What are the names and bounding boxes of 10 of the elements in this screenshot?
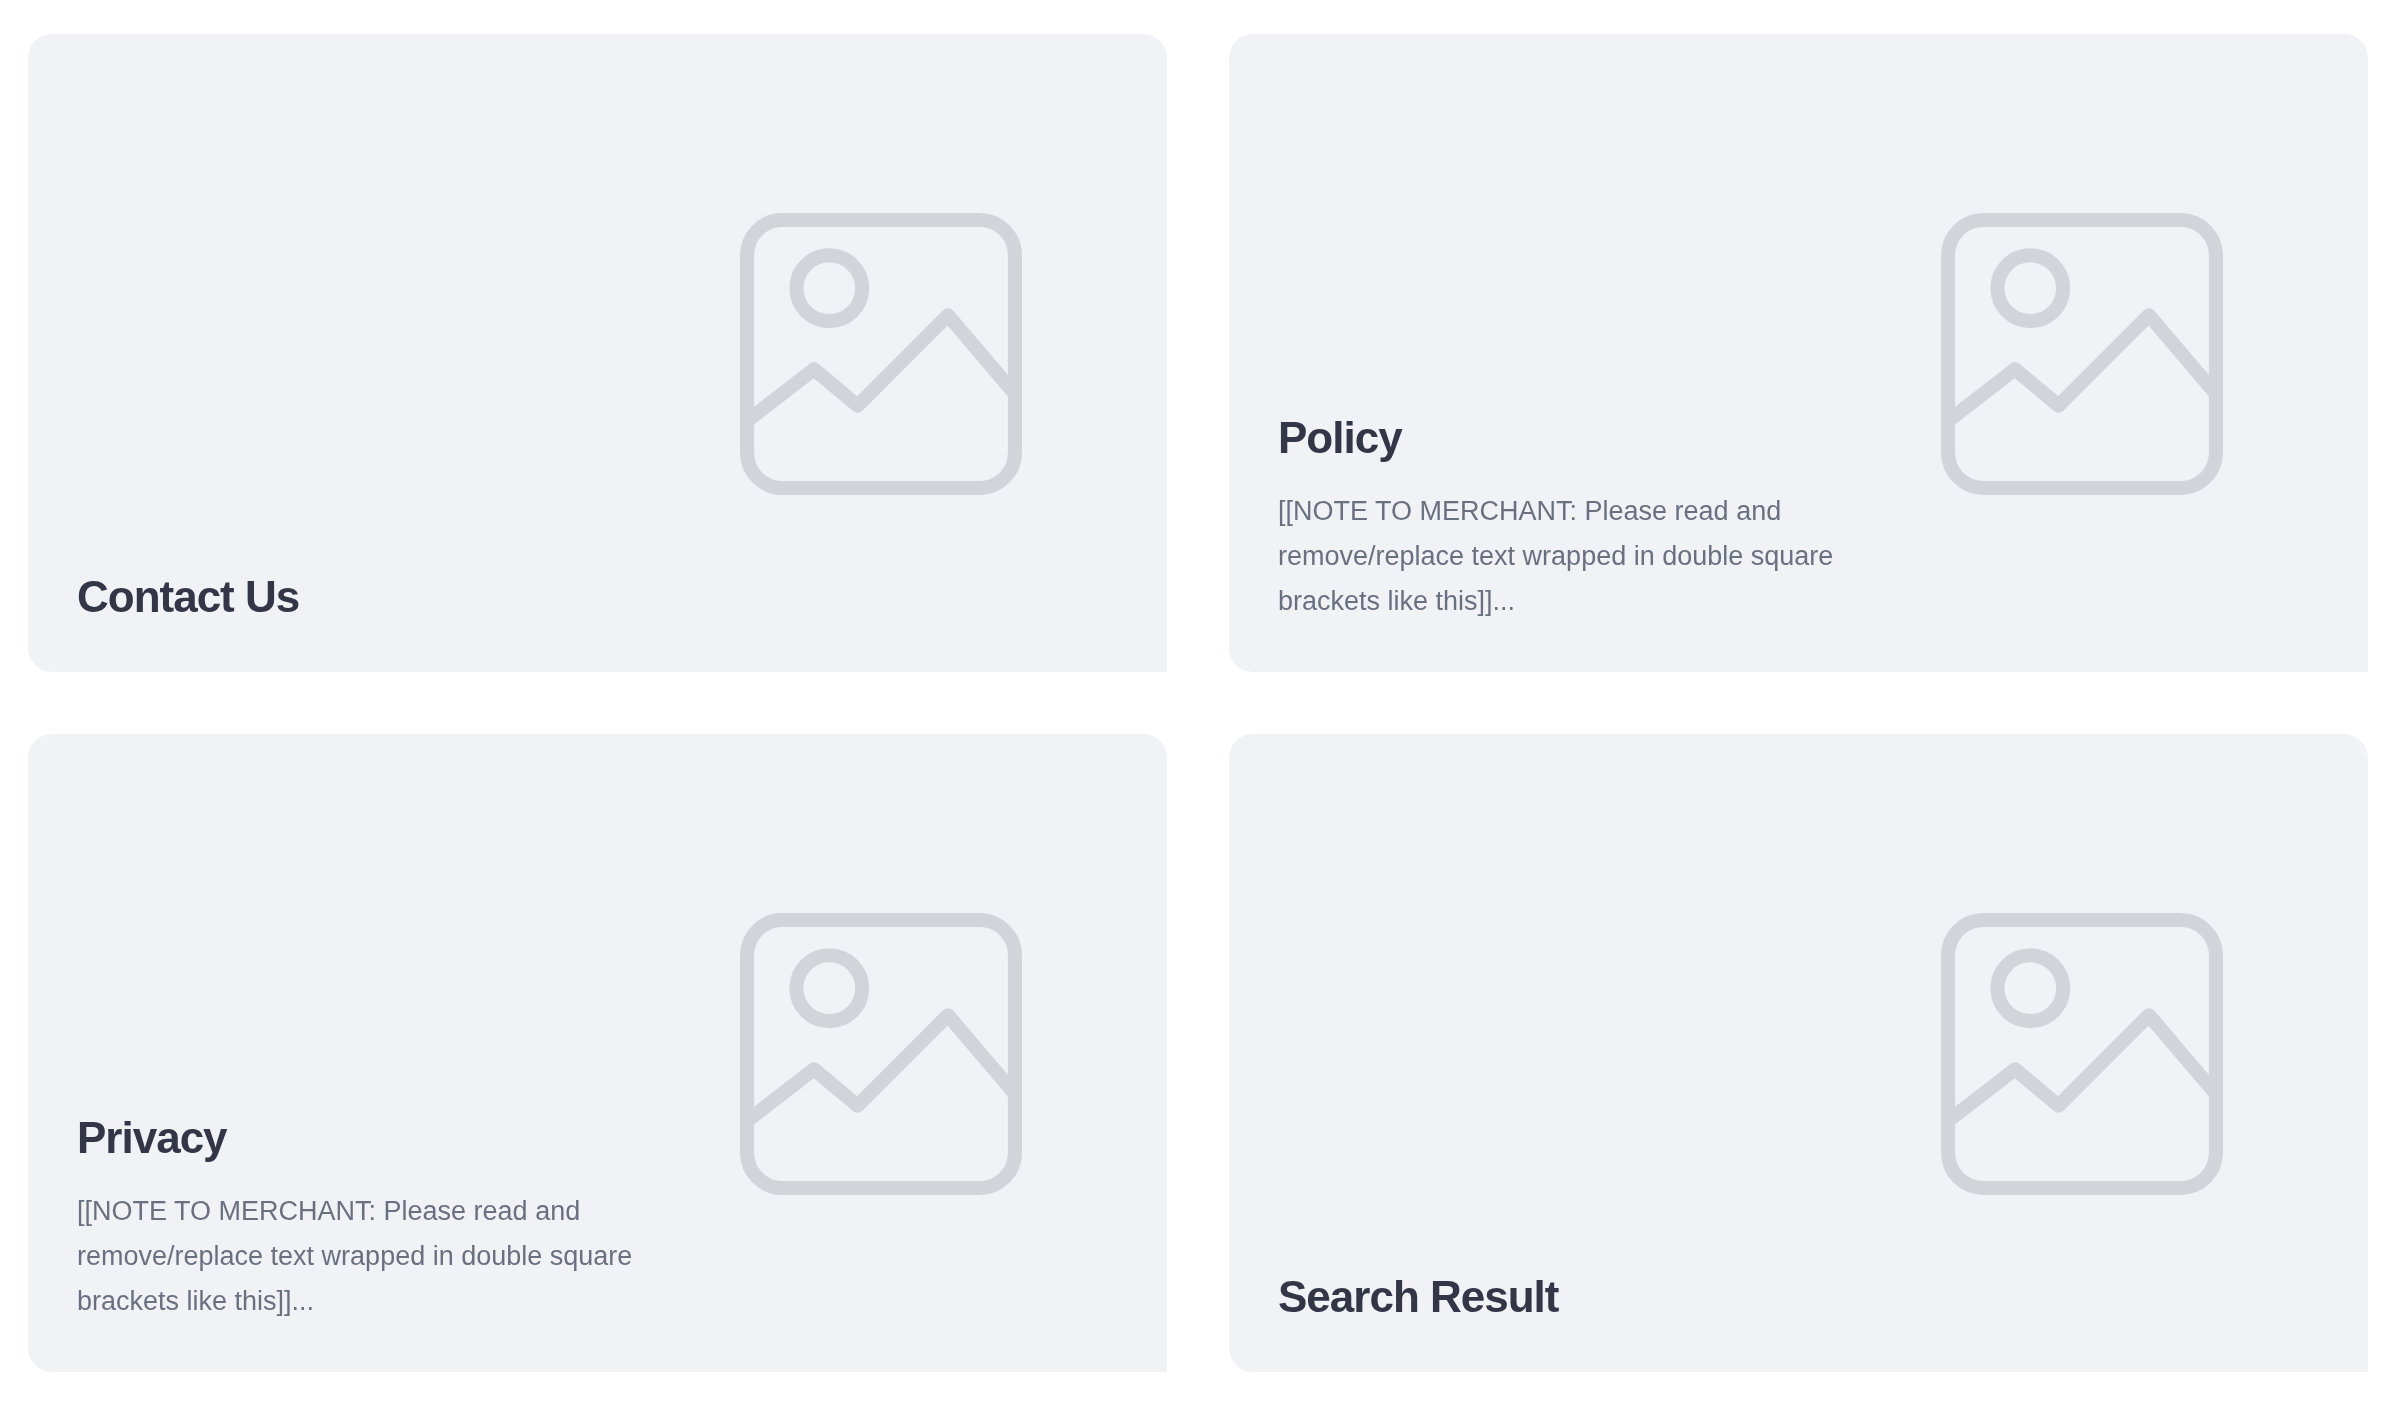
image-placeholder-icon [1941,213,2223,495]
image-placeholder-icon [1941,913,2223,1195]
card-title[interactable]: Contact Us [77,571,637,624]
card-description: [[NOTE TO MERCHANT: Please read and remove/replace text wrapped in double square brackets like this]]... [1278,495,1835,618]
card-title[interactable]: Policy [1278,412,1838,465]
image-placeholder-icon [740,213,1022,495]
image-placeholder-icon [740,913,1022,1195]
card-description: [[NOTE TO MERCHANT: Please read and remove/replace text wrapped in double square brackets like this]]... [77,1195,634,1318]
card-title[interactable]: Privacy [77,1112,637,1165]
card-title[interactable]: Search Result [1278,1271,1838,1324]
